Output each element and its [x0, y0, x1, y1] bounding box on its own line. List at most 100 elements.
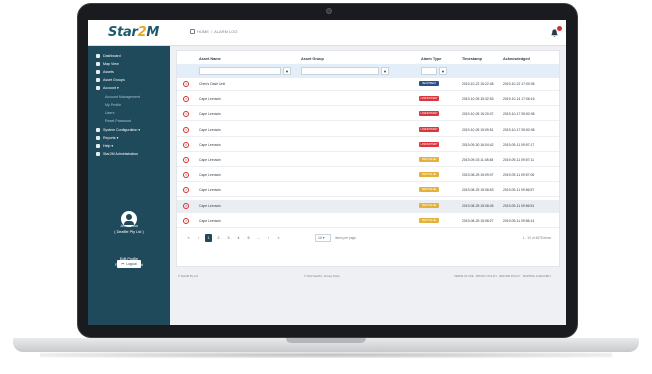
sidebar-subitem-reset-password[interactable]: Reset Password [105, 119, 131, 123]
camera-icon [326, 8, 332, 14]
table-row[interactable]: × Cape Leeuwin HIGH VALUE 2019-08-25 15:09:… [177, 169, 559, 183]
logout-button[interactable]: ↦ Logout [117, 260, 141, 268]
breadcrumb-current: ALARM LOG [214, 29, 238, 34]
table-row[interactable]: × Cape Leeuwin HIGH VALUE 2019-09-03 11:48:… [177, 154, 559, 167]
acknowledged-cell: 2019-09-11 09:57:05 [503, 173, 535, 178]
sidebar-item-label: Help ▾ [103, 144, 114, 148]
dismiss-alarm-icon[interactable]: × [183, 81, 189, 87]
column-header-alarm-type[interactable]: Alarm Type [421, 57, 441, 61]
page-ellipsis[interactable]: ... [255, 234, 262, 242]
asset-group-filter-input[interactable] [301, 67, 379, 75]
dismiss-alarm-icon[interactable]: × [183, 126, 189, 133]
breadcrumb: HOME / ALARM LOG [190, 29, 237, 34]
avatar[interactable] [121, 211, 137, 227]
acknowledged-cell: 2019-09-11 09:57:11 [503, 158, 534, 162]
table-row[interactable]: × Cape Leeuwin HIGH VALUE 2019-08-25 15:08:… [177, 215, 559, 228]
screen: Star2M HOME / ALARM LOG Dashboard Map Vi… [88, 20, 566, 325]
page-3-button[interactable]: 3 [225, 234, 232, 242]
timestamp-cell: 2019-10-22 15:22:48 [462, 82, 494, 86]
dismiss-alarm-icon[interactable]: × [183, 187, 189, 194]
filter-icon[interactable]: ▼ [283, 67, 291, 75]
logo-accent: 2 [137, 25, 147, 40]
breadcrumb-separator: / [211, 29, 213, 34]
sidebar-item-label: Map View [103, 62, 119, 66]
alarm-type-filter-input[interactable] [421, 67, 437, 75]
admin-icon [96, 152, 100, 156]
table-row[interactable]: × Cape Leeuwin LOW BATTERY 2019-10-05 15:32… [177, 93, 559, 107]
sidebar-item-assets[interactable]: Assets [96, 70, 114, 74]
sidebar-item-label: Reports ▾ [103, 136, 119, 140]
home-icon[interactable] [190, 29, 195, 34]
table-row[interactable]: × Cape Leeuwin HIGH VALUE 2019-08-25 15:08:… [177, 199, 559, 213]
sidebar-item-label: Dashboard [103, 54, 121, 58]
group-icon [96, 78, 100, 82]
column-header-timestamp[interactable]: Timestamp [462, 57, 482, 61]
footer-links[interactable]: TERMS OF USE · PRIVACY POLICY · REFUND P… [454, 275, 551, 278]
first-page-button[interactable]: « [185, 234, 192, 242]
timestamp-cell: 2019-09-30 16:04:42 [462, 142, 494, 147]
user-company: ( Deaffle Pty Ltd ) [114, 230, 144, 234]
sidebar-item-asset-groups[interactable]: Asset Groups [96, 78, 125, 82]
dismiss-alarm-icon[interactable]: × [183, 111, 189, 118]
timestamp-cell: 2019-08-25 15:09:07 [462, 173, 494, 178]
asset-name-cell: Cape Leeuwin [199, 203, 221, 208]
table-row[interactable]: × Cape Leeuwin LOW BATTERY 2019-10-05 15:20… [177, 108, 559, 122]
column-header-acknowledged[interactable]: Acknowledged [503, 57, 530, 61]
acknowledged-cell: 2019-09-11 09:56:57 [503, 188, 535, 193]
page-4-button[interactable]: 4 [235, 234, 242, 242]
sidebar-item-help[interactable]: Help ▾ [96, 144, 113, 148]
per-page-select[interactable]: 10 ▾ [315, 234, 331, 242]
page-2-button[interactable]: 2 [215, 234, 222, 242]
sidebar-item-dashboard[interactable]: Dashboard [96, 54, 121, 58]
items-summary: 1 - 10 of 4875 items [522, 236, 551, 240]
asset-name-filter-input[interactable] [199, 67, 281, 75]
last-page-button[interactable]: » [275, 234, 282, 242]
table-row[interactable]: × Cape Leeuwin HIGH VALUE 2019-08-25 15:08:… [177, 184, 559, 198]
acknowledged-cell: 2019-10-17 09:52:08 [503, 112, 535, 117]
page-5-button[interactable]: 5 [245, 234, 252, 242]
asset-icon [96, 70, 100, 74]
timestamp-cell: 2019-10-05 15:32:53 [462, 97, 494, 102]
sidebar-item-administration[interactable]: Star2M Administration [96, 152, 138, 156]
asset-name-cell: Cape Leeuwin [199, 112, 221, 117]
table-row[interactable]: × Cape Leeuwin LOW BATTERY 2019-10-05 15:09… [177, 124, 559, 137]
page-1-button[interactable]: 1 [205, 234, 212, 242]
dismiss-alarm-icon[interactable]: × [183, 172, 189, 179]
dismiss-alarm-icon[interactable]: × [183, 217, 189, 224]
next-page-button[interactable]: › [265, 234, 272, 242]
filter-icon[interactable]: ▼ [439, 67, 447, 75]
sidebar-item-label: Asset Groups [103, 78, 125, 82]
prev-page-button[interactable]: ‹ [195, 234, 202, 242]
sidebar-subitem-account-management[interactable]: Account Management [105, 95, 140, 99]
alarm-type-badge: HIGH VALUE [419, 157, 439, 162]
alarm-type-badge: LOW BATTERY [419, 126, 439, 132]
asset-name-cell: Cape Leeuwin [199, 97, 221, 102]
footer-copyright: © Star2M Pty Ltd [178, 275, 198, 278]
asset-name-cell: Cape Leeuwin [199, 218, 221, 223]
acknowledged-cell: 2019-10-14 17:06:16 [503, 97, 535, 102]
alarm-type-badge: LOW BATTERY [419, 96, 439, 102]
alarm-log-panel: Asset Name Asset Group Alarm Type Timest… [176, 50, 560, 267]
breadcrumb-home[interactable]: HOME [197, 29, 209, 34]
sidebar-item-map-view[interactable]: Map View [96, 62, 119, 66]
dismiss-alarm-icon[interactable]: × [183, 96, 189, 103]
alarm-type-badge: HIGH VALUE [419, 187, 439, 193]
footer-center[interactable]: © 2019 Star2M - Privacy Policy [304, 275, 340, 278]
help-icon [96, 144, 100, 148]
filter-icon[interactable]: ▼ [381, 67, 389, 75]
dismiss-alarm-icon[interactable]: × [183, 157, 189, 163]
sidebar-subitem-users[interactable]: Users [105, 111, 114, 115]
column-header-asset-group[interactable]: Asset Group [301, 57, 324, 61]
dismiss-alarm-icon[interactable]: × [183, 202, 189, 209]
column-header-asset-name[interactable]: Asset Name [199, 57, 221, 61]
sidebar-item-account[interactable]: Account ▾ [96, 86, 119, 90]
sidebar-subitem-my-profile[interactable]: My Profile [105, 103, 121, 107]
acknowledged-cell: 2019-09-11 09:57:17 [503, 142, 535, 147]
table-row[interactable]: × Cape Leeuwin LOW BATTERY 2019-09-30 16:04… [177, 139, 559, 152]
app-logo[interactable]: Star2M [108, 25, 159, 40]
timestamp-cell: 2019-10-05 15:20:07 [462, 112, 494, 117]
table-row[interactable]: × Chris's Dash Unit HEARTBEAT MISSED 2019-1… [177, 78, 559, 91]
sidebar-item-system-configuration[interactable]: System Configuration ▾ [96, 128, 140, 132]
sidebar-item-reports[interactable]: Reports ▾ [96, 136, 118, 140]
dismiss-alarm-icon[interactable]: × [183, 141, 189, 148]
